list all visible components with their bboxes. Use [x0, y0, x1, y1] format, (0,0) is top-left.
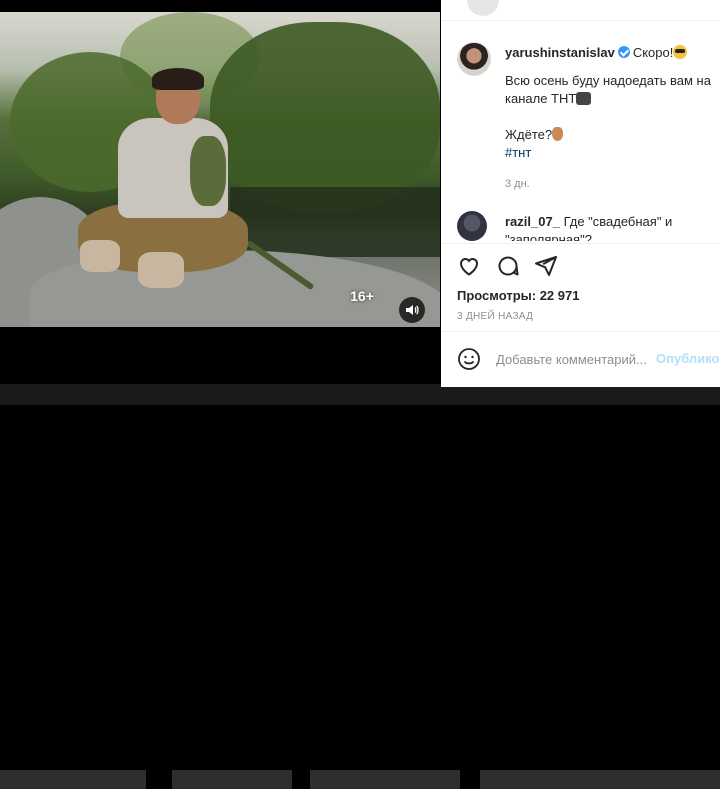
post-details-panel: yarushinstanislav Скоро! Всю осень буду н…: [441, 0, 720, 387]
comment-item: razil_07_ Где "свадебная" и "заполярная"…: [505, 213, 715, 241]
heart-icon: [459, 258, 479, 276]
pointing-hand-emoji-icon: [552, 127, 564, 141]
tv-emoji-icon: [576, 92, 592, 105]
caption-first-line: Скоро!: [632, 45, 674, 60]
author-username[interactable]: yarushinstanislav: [505, 45, 615, 60]
background-thumbnail: [0, 770, 146, 789]
emoji-picker-button[interactable]: [457, 347, 481, 371]
verified-badge-icon: [617, 46, 630, 58]
publish-button[interactable]: Опубликовать: [656, 351, 720, 366]
background-thumbnail: [480, 770, 720, 789]
caption-line: Всю осень буду надоедать вам на: [505, 73, 711, 88]
caption-question: Ждёте?: [505, 127, 553, 142]
divider: [441, 243, 720, 244]
video-scene-person-hair: [152, 68, 204, 90]
hashtag-link[interactable]: #тнт: [505, 144, 715, 162]
speaker-icon: [406, 305, 419, 315]
commenter-username[interactable]: razil_07_: [505, 214, 560, 229]
video-scene-person-boot: [80, 240, 120, 272]
caption-timestamp[interactable]: 3 дн.: [505, 178, 530, 190]
video-scene-person-boot: [138, 252, 184, 288]
post-video[interactable]: 16+: [0, 12, 440, 327]
background-thumbnail: [310, 770, 460, 789]
post-date[interactable]: 3 ДНЕЙ НАЗАД: [457, 311, 533, 322]
caption-line: канале ТНТ: [505, 91, 577, 106]
sunglasses-emoji-icon: [673, 45, 688, 59]
author-avatar[interactable]: [457, 42, 491, 76]
caption-line-container: канале ТНТ: [505, 90, 715, 108]
like-button[interactable]: [457, 254, 481, 278]
header-avatar[interactable]: [467, 0, 499, 16]
caption-question-container: Ждёте?: [505, 126, 715, 144]
video-scene-person: [78, 68, 248, 302]
divider: [441, 331, 720, 332]
share-icon: [535, 256, 557, 276]
background-thumbnail: [172, 770, 292, 789]
age-rating-badge: 16+: [350, 288, 374, 304]
background-feed-strip: [0, 384, 720, 789]
commenter-avatar[interactable]: [457, 211, 487, 241]
smiley-icon: [458, 348, 480, 370]
divider: [441, 20, 720, 21]
post-caption: yarushinstanislav Скоро! Всю осень буду н…: [505, 44, 715, 162]
views-count[interactable]: Просмотры: 22 971: [457, 288, 579, 303]
sound-toggle-button[interactable]: [399, 297, 425, 323]
share-button[interactable]: [534, 254, 558, 278]
add-comment-input[interactable]: [496, 346, 656, 372]
comment-button[interactable]: [496, 254, 520, 278]
video-scene-water: [230, 187, 440, 257]
comment-icon: [498, 256, 519, 276]
video-scene-iguana: [190, 136, 226, 206]
